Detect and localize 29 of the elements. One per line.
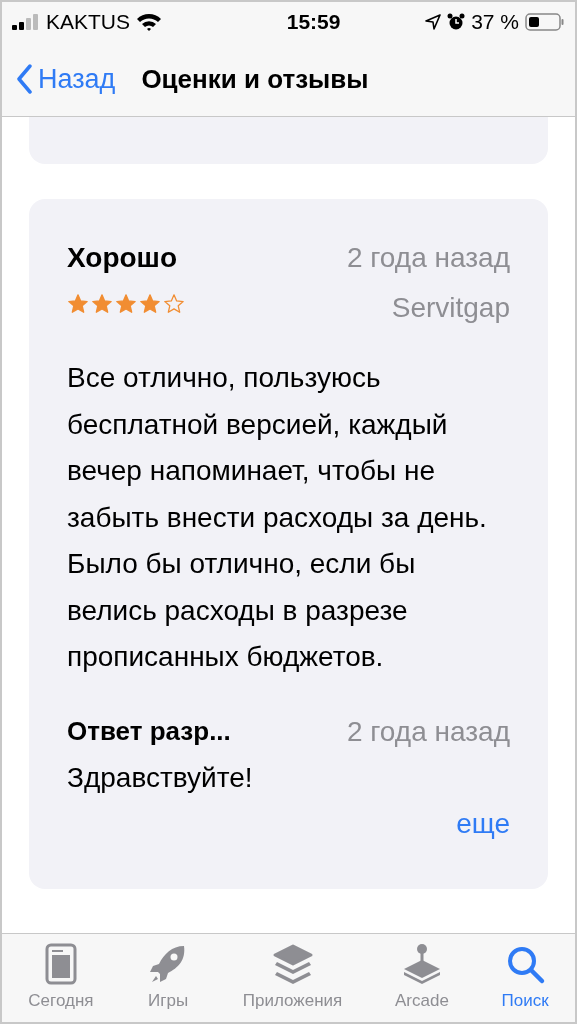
battery-icon [525,12,565,32]
alarm-icon [447,13,466,31]
tab-item[interactable]: Поиск [501,942,549,1014]
clock-time: 15:59 [286,9,341,36]
star-filled-icon [139,293,161,315]
tab-item[interactable]: Сегодня [28,942,94,1014]
star-filled-icon [115,293,137,315]
signal-icon [12,14,40,30]
wifi-icon [136,12,163,32]
response-title: Ответ разр... [67,715,231,748]
response-date: 2 года назад [346,714,510,749]
back-chevron-icon [16,64,32,94]
back-button[interactable]: Назад [16,58,116,100]
carrier-name: KAKTUS [46,9,131,36]
star-filled-icon [67,293,89,315]
star-empty-icon [163,293,185,315]
tab-item[interactable]: Игры [146,942,191,1014]
review-text: Все отлично, пользуюсь бесплатной версией, каждый вечер напоминает, чтобы не забыть внести расходы за день. Было бы отлично, если бы велись расходы в разрезе прописанных бюджетов. [67,361,488,674]
page-title: Оценки и отзывы [141,62,369,96]
tab-item[interactable]: Приложения [242,942,343,1014]
review-author: Servitgap [391,291,510,325]
tab-item[interactable]: Arcade [394,942,449,1014]
review-date: 2 года назад [346,241,510,275]
more-link[interactable]: еще [456,802,510,845]
review-title: Хорошо [67,241,179,275]
response-text: Здравствуйте! [67,760,254,795]
battery-percent: 37 % [471,9,519,36]
star-filled-icon [91,293,113,315]
location-arrow-icon [425,14,442,30]
